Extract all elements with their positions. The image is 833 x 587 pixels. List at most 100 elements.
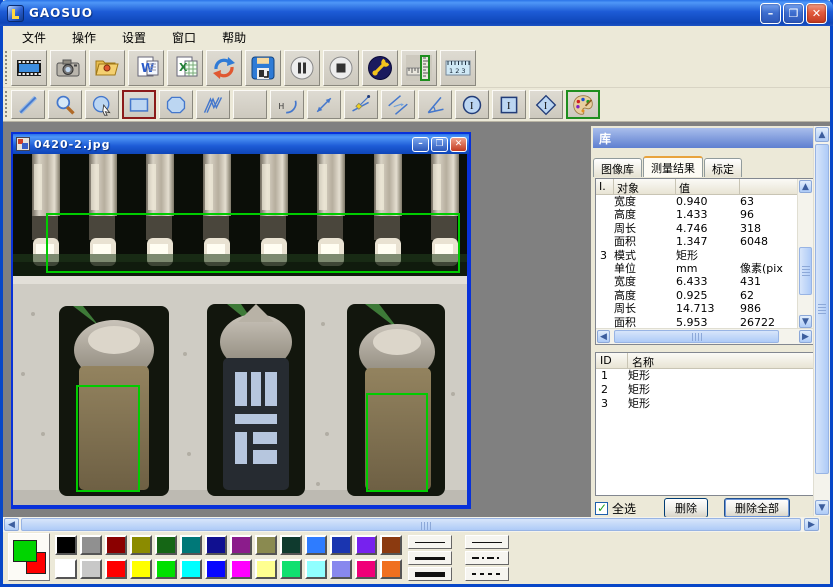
menu-item-3[interactable]: 窗口 — [163, 27, 205, 48]
point-line-tool-button[interactable] — [344, 90, 378, 119]
scroll-thumb[interactable] — [815, 144, 829, 474]
close-button[interactable]: ✕ — [806, 2, 827, 24]
color-swatch[interactable] — [205, 535, 227, 555]
scroll-thumb[interactable] — [21, 518, 801, 531]
scroll-left-button[interactable]: ◀ — [597, 330, 610, 343]
line-style-solid-button[interactable] — [465, 535, 509, 549]
pause-tool-button[interactable] — [284, 49, 320, 86]
parallel-lines-tool-button[interactable] — [381, 90, 415, 119]
sync-tool-button[interactable] — [206, 49, 242, 86]
square-label-tool-button[interactable]: I — [492, 90, 526, 119]
color-swatch[interactable] — [205, 559, 227, 579]
minimize-button[interactable]: – — [760, 2, 781, 24]
menu-item-4[interactable]: 帮助 — [213, 27, 255, 48]
color-swatch[interactable] — [330, 559, 352, 579]
maximize-button[interactable]: ❐ — [783, 2, 804, 24]
menu-item-0[interactable]: 文件 — [13, 27, 55, 48]
film-tool-button[interactable] — [11, 49, 47, 86]
color-swatch[interactable] — [80, 535, 102, 555]
color-swatch[interactable] — [280, 535, 302, 555]
delete-button[interactable]: 删除 — [664, 498, 709, 518]
color-swatch[interactable] — [330, 535, 352, 555]
color-swatch[interactable] — [180, 535, 202, 555]
camera-tool-button[interactable] — [50, 49, 86, 86]
tab-2[interactable]: 标定 — [704, 158, 742, 177]
image-window[interactable]: 0420-2.jpg – ❐ ✕ — [11, 132, 471, 509]
scroll-right-button[interactable]: ▶ — [799, 330, 812, 343]
image-maximize-button[interactable]: ❐ — [431, 136, 448, 152]
folder-open-tool-button[interactable] — [89, 49, 125, 86]
result-row[interactable]: 面积 5.953 26722 — [596, 316, 797, 328]
scroll-up-button[interactable]: ▲ — [815, 127, 829, 142]
color-swatch[interactable] — [305, 535, 327, 555]
circle-label-tool-button[interactable]: I — [455, 90, 489, 119]
title-bar[interactable]: GAOSUO – ❐ ✕ — [0, 0, 833, 26]
diamond-label-tool-button[interactable]: I — [529, 90, 563, 119]
result-row[interactable]: 3 模式 矩形 — [596, 249, 797, 262]
shape-row[interactable]: 1 矩形 — [596, 369, 813, 383]
color-swatch[interactable] — [230, 535, 252, 555]
color-swatch[interactable] — [55, 559, 77, 579]
rectangle-tool-button[interactable] — [122, 90, 156, 119]
result-row[interactable]: 单位 mm 像素(pix — [596, 262, 797, 275]
line-style-dashed-button[interactable] — [465, 567, 509, 581]
angle-tool-button[interactable] — [418, 90, 452, 119]
magnifier-tool-button[interactable] — [48, 90, 82, 119]
results-vscroll[interactable]: ▲ ▼ — [797, 179, 813, 329]
circle-select-tool-button[interactable] — [85, 90, 119, 119]
delete-all-button[interactable]: 删除全部 — [724, 498, 791, 518]
scroll-down-button[interactable]: ▼ — [815, 500, 829, 515]
line-width-thin-button[interactable] — [408, 535, 452, 549]
color-swatch[interactable] — [380, 535, 402, 555]
menu-item-1[interactable]: 操作 — [63, 27, 105, 48]
result-row[interactable]: 周长 4.746 318 — [596, 222, 797, 235]
shape-row[interactable]: 3 矩形 — [596, 397, 813, 411]
scroll-down-button[interactable]: ▼ — [799, 315, 812, 328]
color-swatch[interactable] — [305, 559, 327, 579]
word-doc-tool-button[interactable]: W — [128, 49, 164, 86]
toolbar-grip[interactable] — [5, 91, 7, 118]
select-all-checkbox[interactable] — [595, 501, 608, 515]
line-tool-button[interactable] — [11, 90, 45, 119]
color-swatch[interactable] — [105, 535, 127, 555]
polyline-tool-button[interactable] — [196, 90, 230, 119]
ruler-select-tool-button[interactable] — [401, 49, 437, 86]
ruler-calibration-tool-button[interactable]: 1 2 3 — [440, 49, 476, 86]
color-swatch[interactable] — [55, 535, 77, 555]
panel-vscroll[interactable]: ▲ ▼ — [813, 126, 830, 516]
line-style-dashdot-button[interactable] — [465, 551, 509, 565]
result-row[interactable]: 宽度 6.433 431 — [596, 275, 797, 288]
color-swatch[interactable] — [155, 559, 177, 579]
color-swatch[interactable] — [155, 535, 177, 555]
tab-0[interactable]: 图像库 — [593, 158, 642, 177]
color-swatch[interactable] — [105, 559, 127, 579]
scroll-right-button[interactable]: ▶ — [804, 518, 819, 531]
color-preview[interactable] — [8, 533, 50, 581]
polygon-tool-button[interactable] — [159, 90, 193, 119]
line-width-medium-button[interactable] — [408, 551, 452, 565]
ellipse-tool-button[interactable] — [233, 90, 267, 119]
result-row[interactable]: 周长 14.713 986 — [596, 302, 797, 315]
save-tool-button[interactable] — [245, 49, 281, 86]
scroll-left-button[interactable]: ◀ — [4, 518, 19, 531]
color-swatch[interactable] — [130, 535, 152, 555]
menu-item-2[interactable]: 设置 — [113, 27, 155, 48]
image-close-button[interactable]: ✕ — [450, 136, 467, 152]
arc-tool-button[interactable]: H — [270, 90, 304, 119]
toolbar-grip[interactable] — [5, 51, 7, 84]
distance-arrow-tool-button[interactable] — [307, 90, 341, 119]
color-swatch[interactable] — [355, 559, 377, 579]
color-swatch[interactable] — [280, 559, 302, 579]
color-swatch[interactable] — [255, 535, 277, 555]
main-hscroll[interactable]: ◀ ▶ — [3, 517, 820, 532]
image-minimize-button[interactable]: – — [412, 136, 429, 152]
color-swatch[interactable] — [380, 559, 402, 579]
stop-tool-button[interactable] — [323, 49, 359, 86]
color-swatch[interactable] — [230, 559, 252, 579]
result-row[interactable]: 高度 1.433 96 — [596, 208, 797, 221]
scroll-thumb[interactable] — [614, 330, 779, 343]
scroll-up-button[interactable]: ▲ — [799, 180, 812, 193]
shape-row[interactable]: 2 矩形 — [596, 383, 813, 397]
color-swatch[interactable] — [180, 559, 202, 579]
color-swatch[interactable] — [255, 559, 277, 579]
